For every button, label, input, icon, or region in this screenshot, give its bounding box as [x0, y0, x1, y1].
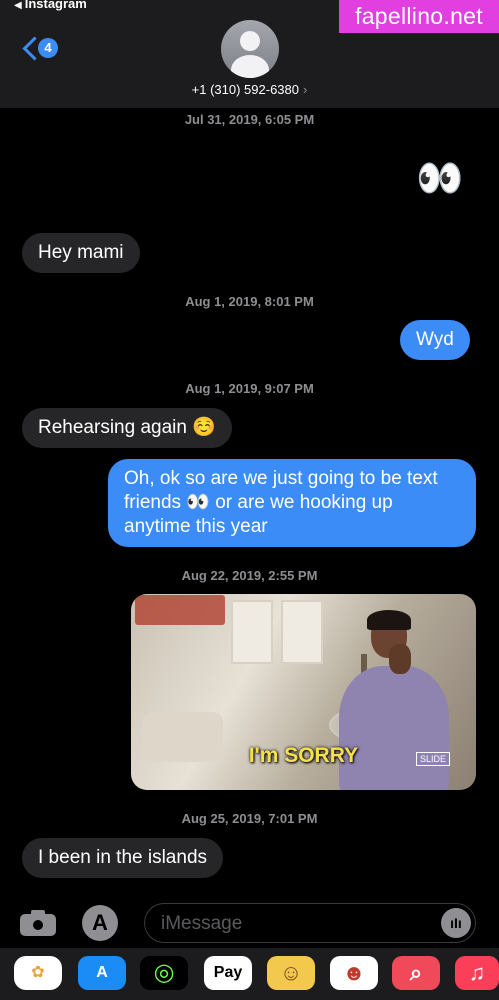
outgoing-message[interactable]: Wyd: [400, 320, 470, 360]
hair-shape: [367, 610, 411, 630]
chevron-right-icon: ›: [303, 82, 308, 97]
hand-shape: [389, 644, 411, 674]
timestamp: Jul 31, 2019, 6:05 PM: [184, 112, 315, 127]
back-button[interactable]: 4: [18, 34, 68, 64]
app-drawer: ✿ A ◎ Pay ☺ ☻ ⌕ ♫: [0, 948, 499, 1000]
back-triangle-icon: ◀: [14, 0, 22, 11]
photos-app-icon[interactable]: ✿: [14, 956, 62, 990]
back-app-label: Instagram: [24, 0, 87, 11]
gif-message[interactable]: I'm SORRY SLIDE: [131, 594, 476, 790]
dress-shape: [339, 666, 449, 790]
timestamp: Aug 22, 2019, 2:55 PM: [181, 568, 318, 583]
camera-button[interactable]: [20, 908, 56, 936]
eyes-emoji-message[interactable]: 👀: [416, 159, 463, 199]
memoji-app-icon[interactable]: ☺: [267, 956, 315, 990]
timestamp: Aug 25, 2019, 7:01 PM: [181, 811, 318, 826]
back-to-app-link[interactable]: ◀ Instagram: [14, 0, 87, 11]
search-images-app-icon[interactable]: ⌕: [392, 956, 440, 990]
activity-app-icon[interactable]: ◎: [140, 956, 188, 990]
unread-badge: 4: [38, 38, 58, 58]
network-logo: SLIDE: [415, 752, 450, 766]
camera-lens-icon: [31, 918, 45, 932]
timestamp: Aug 1, 2019, 9:07 PM: [185, 381, 314, 396]
contact-avatar[interactable]: [221, 20, 279, 78]
app-store-button[interactable]: A: [82, 905, 122, 941]
memoji-stickers-app-icon[interactable]: ☻: [330, 956, 378, 990]
appstore-app-icon[interactable]: A: [78, 956, 126, 990]
outgoing-message[interactable]: Oh, ok so are we just going to be text f…: [108, 459, 476, 547]
contact-number: +1 (310) 592-6380: [191, 82, 299, 97]
watermark: fapellino.net: [339, 0, 499, 33]
incoming-message[interactable]: I been in the islands: [22, 838, 224, 878]
message-input-container: ıIı: [144, 903, 476, 943]
music-app-icon[interactable]: ♫: [455, 956, 499, 990]
incoming-message[interactable]: Hey mami: [22, 233, 140, 273]
painting-image: [135, 595, 225, 625]
window-image: [231, 600, 273, 664]
appstore-icon: A: [82, 905, 118, 941]
applepay-app-icon[interactable]: Pay: [204, 956, 252, 990]
applepay-label: Pay: [213, 964, 243, 981]
person-icon: [240, 31, 260, 51]
incoming-message[interactable]: Rehearsing again ☺️: [22, 408, 232, 448]
window-image: [281, 600, 323, 664]
message-input[interactable]: [159, 904, 433, 943]
contact-name-button[interactable]: +1 (310) 592-6380 ›: [0, 82, 499, 97]
person-body-shape: [231, 55, 269, 78]
timestamp: Aug 1, 2019, 8:01 PM: [185, 294, 314, 309]
audio-message-button[interactable]: ıIı: [441, 908, 471, 938]
